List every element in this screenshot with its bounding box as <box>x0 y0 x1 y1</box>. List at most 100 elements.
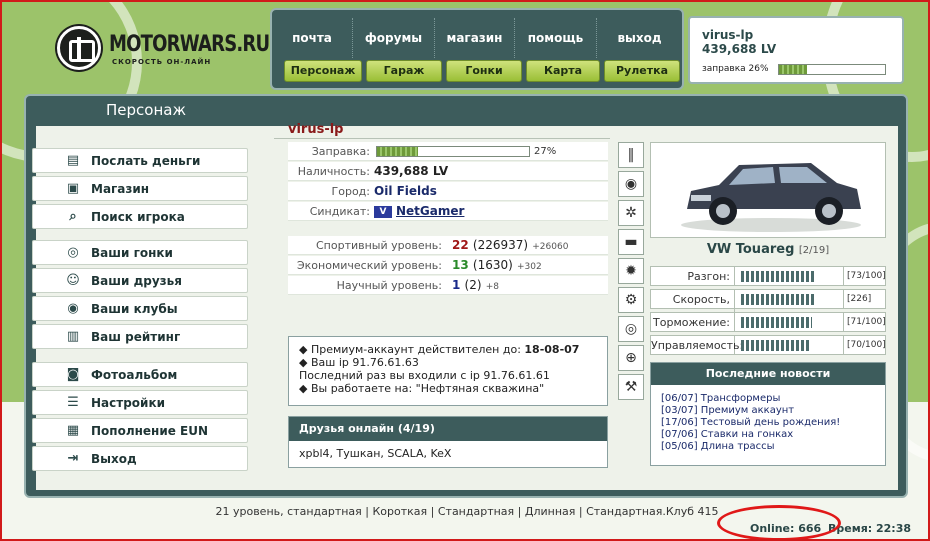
news-item[interactable]: [17/06] Тестовый день рождения! <box>661 417 875 429</box>
car-image[interactable] <box>650 142 886 238</box>
econ-level: 13 <box>452 258 469 272</box>
rims-icon[interactable]: ✲ <box>618 200 644 226</box>
tire-icon[interactable]: ◉ <box>618 171 644 197</box>
car-picture <box>681 163 861 232</box>
news-item[interactable]: [07/06] Ставки на гонках <box>661 429 875 441</box>
last-login-line: Последний раз вы входили с ip 91.76.61.6… <box>299 369 550 382</box>
stat-bar <box>741 317 812 328</box>
brake-disc-icon[interactable]: ◎ <box>618 316 644 342</box>
steering-wheel-part-icon[interactable]: ⊕ <box>618 345 644 371</box>
sci-level-label: Научный уровень: <box>336 279 442 292</box>
news-item[interactable]: [03/07] Премиум аккаунт <box>661 405 875 417</box>
car-name[interactable]: VW Touareg [2/19] <box>650 242 886 257</box>
page-frame: MOTORWARS.RU СКОРОСТЬ ОН-ЛАЙН почта фору… <box>0 0 930 541</box>
city-label: Город: <box>331 185 370 198</box>
menu-exit[interactable]: ⇥ Выход <box>32 446 248 471</box>
menu-label: Послать деньги <box>91 154 201 168</box>
fuel-row: Заправка: 27% <box>288 142 608 161</box>
rating-icon: ▥ <box>66 329 80 344</box>
econ-level-label: Экономический уровень: <box>296 259 442 272</box>
steering-wheel-icon: ◎ <box>67 245 79 260</box>
nav-help[interactable]: помощь <box>514 18 596 58</box>
tab-character[interactable]: Персонаж <box>284 60 362 82</box>
cash-value: 439,688 LV <box>374 164 449 178</box>
shock-absorber-icon[interactable]: ‖ <box>618 142 644 168</box>
equipment-icons: ‖ ◉ ✲ ▬ ✹ ⚙ ◎ ⊕ ⚒ <box>618 142 644 403</box>
premium-text: Премиум-аккаунт действителен до: <box>310 343 521 356</box>
syndicate-label: Синдикат: <box>309 205 370 218</box>
stat-label: Торможение: <box>651 313 735 332</box>
exhaust-icon[interactable]: ▬ <box>618 229 644 255</box>
nav-logout[interactable]: выход <box>596 18 682 58</box>
nav-mail[interactable]: почта <box>272 18 352 58</box>
menu-my-friends[interactable]: ☺ Ваши друзья <box>32 268 248 293</box>
menu-my-clubs[interactable]: ◉ Ваши клубы <box>32 296 248 321</box>
sci-level: 1 <box>452 278 461 292</box>
city-value[interactable]: Oil Fields <box>374 182 437 201</box>
menu-settings[interactable]: ☰ Настройки <box>32 390 248 415</box>
news-item[interactable]: [05/06] Длина трассы <box>661 441 875 453</box>
stat-value: [226] <box>843 290 887 309</box>
menu-topup[interactable]: ▦ Пополнение EUN <box>32 418 248 443</box>
car-stat-row: Разгон: [73/100] <box>650 266 886 286</box>
user-fuel-bar <box>778 64 886 75</box>
account-info: ◆ Премиум-аккаунт действителен до: 18-08… <box>288 336 608 406</box>
stat-value: [73/100] <box>843 267 887 286</box>
stat-bar <box>741 340 811 351</box>
friends-list[interactable]: xpbl4, Тушкан, SCALA, KeX <box>289 441 607 466</box>
tab-races[interactable]: Гонки <box>446 60 522 82</box>
menu-label: Ваш рейтинг <box>91 330 181 344</box>
stat-value: [71/100] <box>843 313 887 332</box>
menu-label: Выход <box>91 452 137 466</box>
news-list: [06/07] Трансформеры [03/07] Премиум акк… <box>651 385 885 461</box>
fuel-percent: 27% <box>534 146 557 157</box>
stat-bar <box>741 294 815 305</box>
tools-icon[interactable]: ⚒ <box>618 374 644 400</box>
news-panel: Последние новости [06/07] Трансформеры [… <box>650 362 886 466</box>
menu-my-races[interactable]: ◎ Ваши гонки <box>32 240 248 265</box>
sport-points: (226937) <box>472 238 529 252</box>
site-logo[interactable]: MOTORWARS.RU СКОРОСТЬ ОН-ЛАЙН <box>57 26 270 72</box>
settings-icon: ☰ <box>67 395 79 410</box>
premium-date: 18-08-07 <box>524 343 580 356</box>
section-title: Персонаж <box>106 101 186 119</box>
top-nav: почта форумы магазин помощь выход Персон… <box>270 8 684 90</box>
logo-text: MOTORWARS.RU <box>109 32 270 57</box>
engine-icon[interactable]: ⚙ <box>618 287 644 313</box>
clubs-icon: ◉ <box>67 301 79 316</box>
stat-label: Разгон: <box>651 267 735 286</box>
friends-title: Друзья онлайн (4/19) <box>289 417 607 441</box>
stat-label: Управляемость: <box>651 336 743 355</box>
tab-map[interactable]: Карта <box>526 60 600 82</box>
menu-my-rating[interactable]: ▥ Ваш рейтинг <box>32 324 248 349</box>
econ-level-value: 13 (1630) +302 <box>452 256 542 277</box>
ip-line: ◆ Ваш ip 91.76.61.63 <box>299 356 419 369</box>
sci-level-value: 1 (2) +8 <box>452 276 499 297</box>
stat-bar <box>741 271 814 282</box>
car-model: VW Touareg <box>706 242 795 257</box>
highlight-circle <box>717 505 841 539</box>
syndicate-link[interactable]: NetGamer <box>396 204 464 218</box>
camera-icon: ◙ <box>66 367 80 382</box>
turbo-icon[interactable]: ✹ <box>618 258 644 284</box>
user-summary: virus-lp 439,688 LV заправка 26% <box>688 16 904 84</box>
tab-garage[interactable]: Гараж <box>366 60 442 82</box>
user-money: 439,688 LV <box>702 42 777 56</box>
fuel-bar <box>376 146 530 157</box>
sport-delta: +26060 <box>532 242 569 252</box>
sport-level-label: Спортивный уровень: <box>315 239 442 252</box>
menu-send-money[interactable]: ▤ Послать деньги <box>32 148 248 173</box>
econ-level-row: Экономический уровень: 13 (1630) +302 <box>288 256 608 275</box>
user-name[interactable]: virus-lp <box>702 28 753 42</box>
tab-roulette[interactable]: Рулетка <box>604 60 680 82</box>
car-stat-row: Скорость, км/ч:[226] <box>650 289 887 328</box>
work-line: ◆ Вы работаете на: "Нефтяная скважина" <box>299 382 545 395</box>
menu-find-player[interactable]: ⌕ Поиск игрока <box>32 204 248 229</box>
nav-shop[interactable]: магазин <box>434 18 514 58</box>
menu-shop[interactable]: ▣ Магазин <box>32 176 248 201</box>
news-item[interactable]: [06/07] Трансформеры <box>661 393 875 405</box>
menu-photo-album[interactable]: ◙ Фотоальбом <box>32 362 248 387</box>
cash-label: Наличность: <box>297 165 370 178</box>
nav-forums[interactable]: форумы <box>352 18 434 58</box>
syndicate-value: V NetGamer <box>374 202 464 221</box>
